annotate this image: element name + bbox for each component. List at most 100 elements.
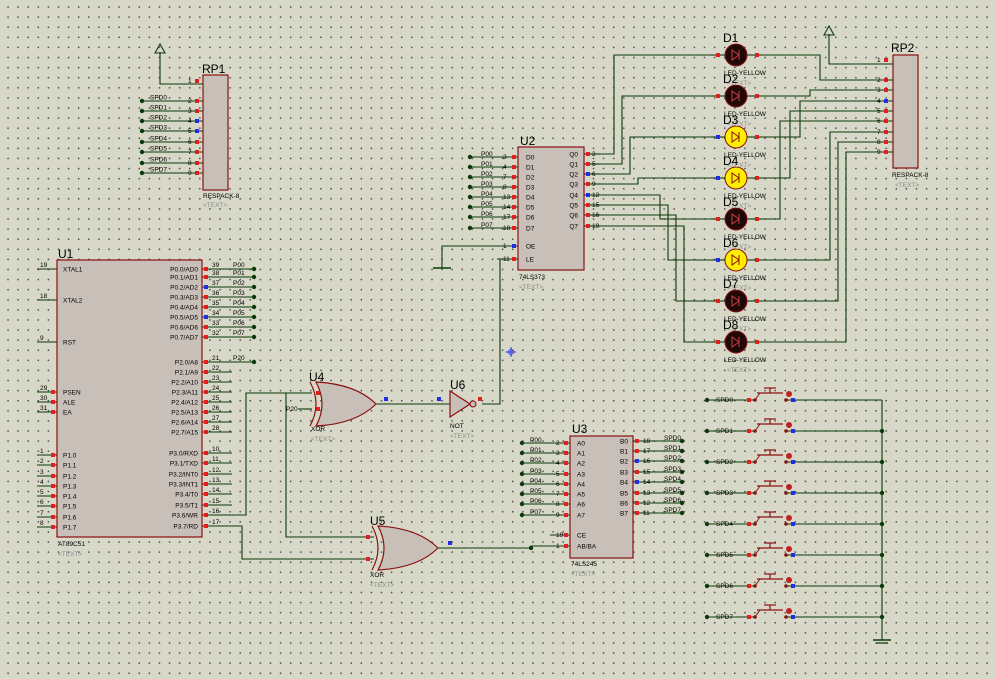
- u1-pin-number: 21: [212, 355, 220, 362]
- u3-pin-number: 6: [556, 481, 560, 488]
- led-d2[interactable]: [724, 84, 748, 108]
- pin-state-marker: [791, 460, 795, 464]
- u1-pin-number: 31: [40, 405, 48, 412]
- pin-state-marker: [586, 162, 590, 166]
- led-ref-label: D3: [723, 113, 739, 127]
- led-d4[interactable]: [724, 166, 748, 190]
- junction-dot: [251, 266, 257, 272]
- pin-state-marker: [204, 285, 208, 289]
- push-button-spd3[interactable]: [753, 480, 792, 495]
- led-d5[interactable]: [724, 207, 748, 231]
- switch-contact: [753, 553, 757, 557]
- pin-state-marker: [366, 535, 370, 539]
- not-body: [449, 389, 472, 419]
- xor-body: [376, 525, 439, 571]
- u1-pin-number: 8: [40, 520, 44, 527]
- u1-p37-to-u5: [232, 525, 374, 560]
- led-d6[interactable]: [724, 248, 748, 272]
- pin-state-marker: [195, 109, 199, 113]
- u1-pin-name: EA: [63, 410, 72, 417]
- junction-dot: [519, 491, 525, 497]
- junction-dot: [139, 108, 145, 114]
- push-button-spd0[interactable]: [753, 387, 792, 402]
- u3-pin-number: 14: [643, 479, 651, 486]
- led-ref-label: D2: [723, 72, 739, 86]
- pin-state-marker: [204, 335, 208, 339]
- u6-not-gate[interactable]: [449, 389, 477, 419]
- junction-dot: [139, 149, 145, 155]
- u4-xor-gate[interactable]: [309, 381, 377, 427]
- u1-pin-number: 11: [212, 456, 219, 463]
- u2-net-label: P07: [481, 222, 493, 229]
- rp1-net-label: SPD4: [150, 136, 167, 143]
- led-d1[interactable]: [724, 43, 748, 67]
- junction-dot: [704, 397, 710, 403]
- rp2-ref-label: RP2: [891, 41, 915, 55]
- pin-state-marker: [884, 109, 888, 113]
- pin-state-marker: [791, 429, 795, 433]
- rp1-pin-number: 5: [188, 128, 192, 135]
- u1-pin-number: 12: [212, 467, 220, 474]
- u3-net-label: SPD5: [664, 487, 681, 494]
- rp1-pin-number: 7: [188, 149, 192, 156]
- pin-state-marker: [51, 525, 55, 529]
- u1-pin-name: P0.5/AD5: [170, 315, 198, 322]
- u1-pin-name: RST: [63, 340, 76, 347]
- push-button-spd4[interactable]: [753, 511, 792, 526]
- pin-state-marker: [195, 119, 199, 123]
- switch-contact: [784, 398, 788, 402]
- switch-contact: [753, 615, 757, 619]
- push-button-spd6[interactable]: [753, 573, 792, 588]
- rp2-vcc-wire: [828, 34, 893, 65]
- u2-pin-name: Q4: [569, 193, 578, 200]
- u1-net-label: P20: [233, 355, 245, 362]
- junction-dot: [467, 154, 473, 160]
- push-button-spd1[interactable]: [753, 418, 792, 433]
- junction-dot: [251, 294, 257, 300]
- switch-net-label: SPD2: [716, 459, 733, 466]
- pin-state-marker: [204, 513, 208, 517]
- junction-dot: [704, 428, 710, 434]
- led-d8[interactable]: [724, 330, 748, 354]
- led-to-rp2-wire: [761, 54, 893, 81]
- u1-net-label: P07: [233, 330, 245, 337]
- u5-xor-gate[interactable]: [371, 525, 439, 571]
- xor-input-curve: [309, 381, 317, 427]
- u1-pin-name: P1.3: [63, 484, 77, 491]
- u1-pin-number: 10: [212, 446, 220, 453]
- u1-pin-name: P3.2/INT0: [169, 472, 199, 479]
- pin-state-marker: [204, 492, 208, 496]
- xor-input-curve: [371, 525, 379, 571]
- pin-state-marker: [635, 470, 639, 474]
- u1-pin-number: 25: [212, 395, 220, 402]
- u1-text-label: <TEXT>: [58, 551, 82, 558]
- rp1-pin-number: 6: [188, 139, 192, 146]
- switch-contact: [784, 584, 788, 588]
- u1-pin-number: 27: [212, 415, 220, 422]
- pin-state-marker: [564, 533, 568, 537]
- push-button-spd7[interactable]: [753, 604, 792, 619]
- push-button-spd5[interactable]: [753, 542, 792, 557]
- u6-part-label: NOT: [450, 423, 464, 430]
- pin-state-marker: [755, 53, 759, 57]
- pin-state-marker: [586, 182, 590, 186]
- u3-pin-name: A6: [577, 502, 585, 509]
- push-button-spd2[interactable]: [753, 449, 792, 464]
- u1-pin-name: P0.6/AD6: [170, 325, 198, 332]
- switch-contact: [784, 553, 788, 557]
- junction-dot: [704, 552, 710, 558]
- pin-state-marker: [747, 398, 751, 402]
- u2-pin-name: LE: [526, 257, 535, 264]
- u1-part-label: AT89C51: [58, 541, 85, 548]
- rp1-net-label: SPD7: [150, 167, 167, 174]
- u2-pin-name: Q3: [569, 182, 578, 189]
- switch-contact: [784, 429, 788, 433]
- pin-state-marker: [204, 400, 208, 404]
- u2-pin-name: Q5: [569, 203, 578, 210]
- u3-pin-name: B6: [620, 501, 628, 508]
- led-d7[interactable]: [724, 289, 748, 313]
- rp1-body[interactable]: [202, 74, 229, 191]
- led-d3[interactable]: [724, 125, 748, 149]
- u3-net-label: SPD2: [664, 455, 681, 462]
- rp2-body[interactable]: [892, 54, 919, 169]
